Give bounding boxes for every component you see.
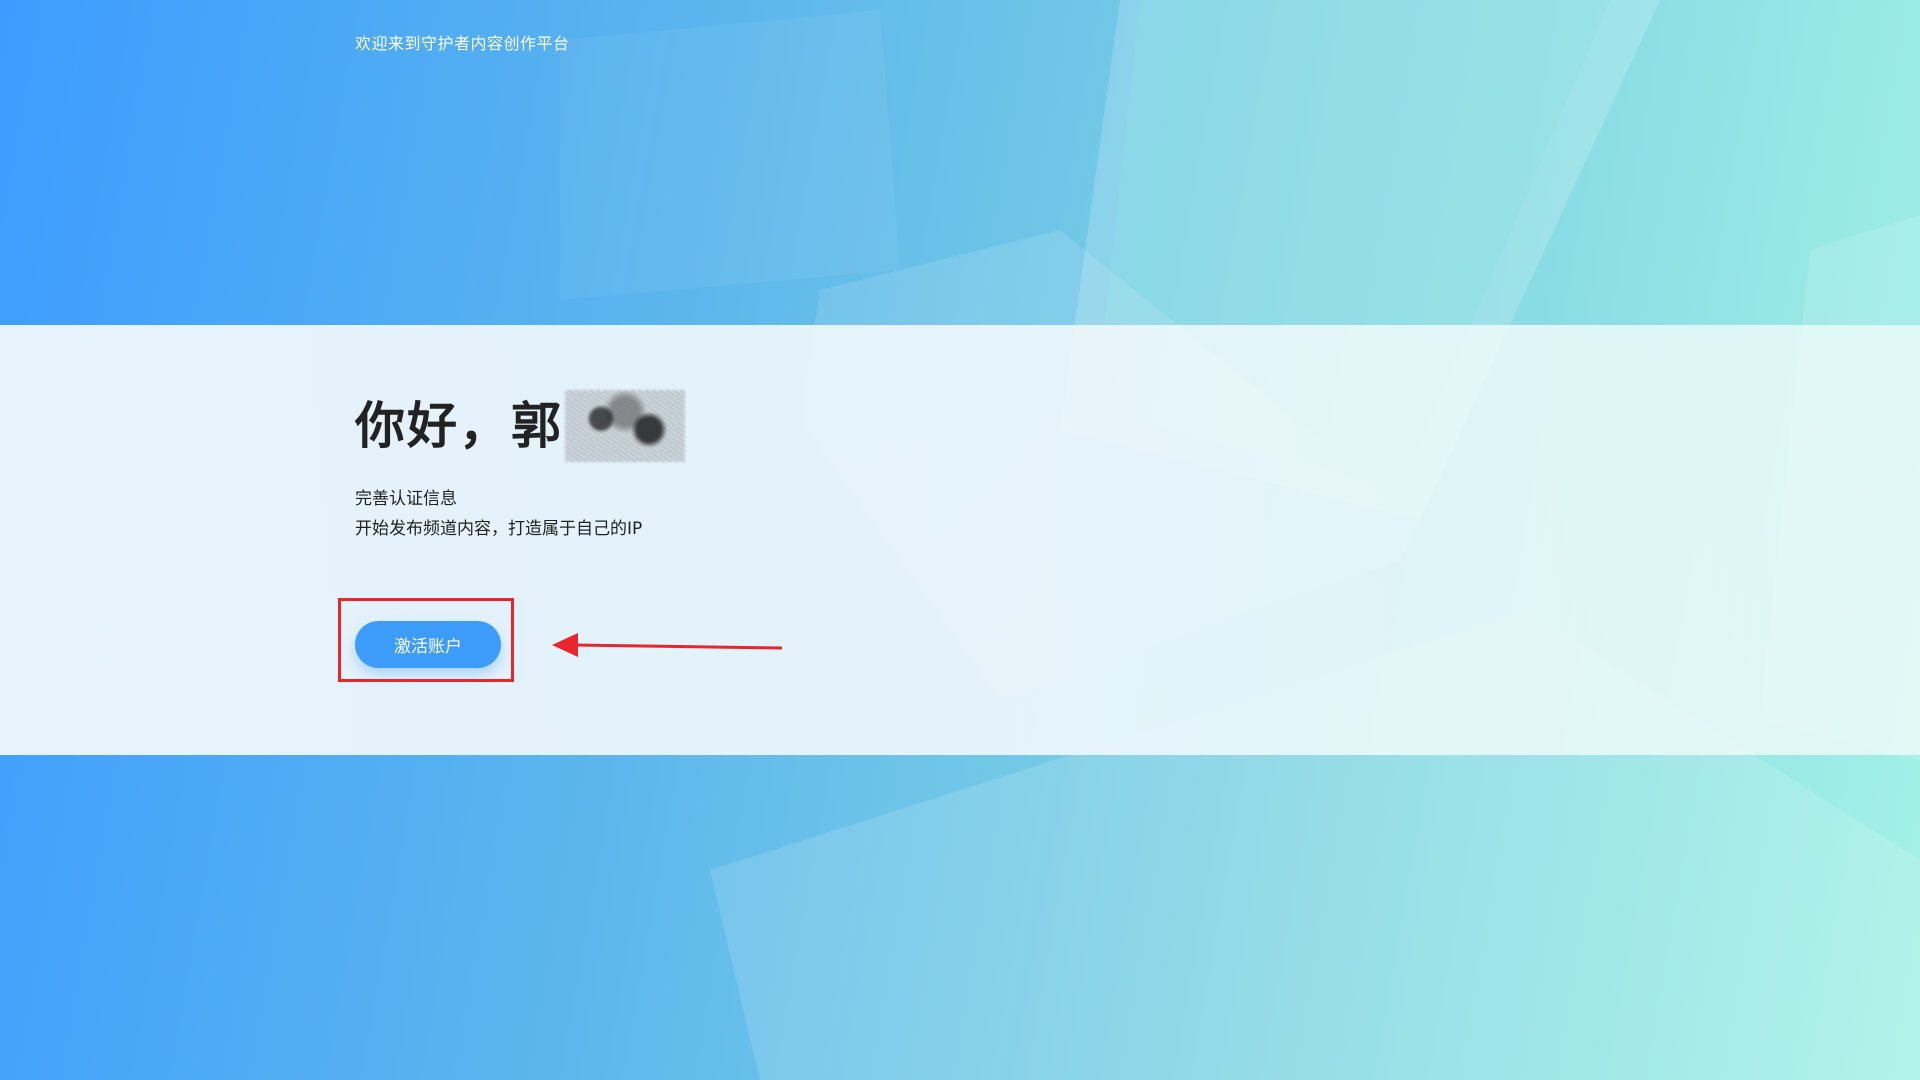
greeting-heading: 你好，郭 (355, 390, 685, 462)
welcome-text: 欢迎来到守护者内容创作平台 (355, 34, 570, 53)
hero-band (0, 325, 1920, 755)
subtitle: 完善认证信息 开始发布频道内容，打造属于自己的IP (355, 484, 642, 544)
page: 欢迎来到守护者内容创作平台 你好，郭 完善认证信息 开始发布频道内容，打造属于自… (0, 0, 1920, 1080)
greeting-text: 你好，郭 (355, 397, 563, 455)
subtitle-line-2: 开始发布频道内容，打造属于自己的IP (355, 519, 643, 539)
activate-account-button[interactable]: 激活账户 (355, 621, 501, 668)
arrow-left-icon (552, 633, 783, 657)
redacted-name-image (565, 390, 685, 462)
subtitle-line-1: 完善认证信息 (355, 489, 457, 509)
